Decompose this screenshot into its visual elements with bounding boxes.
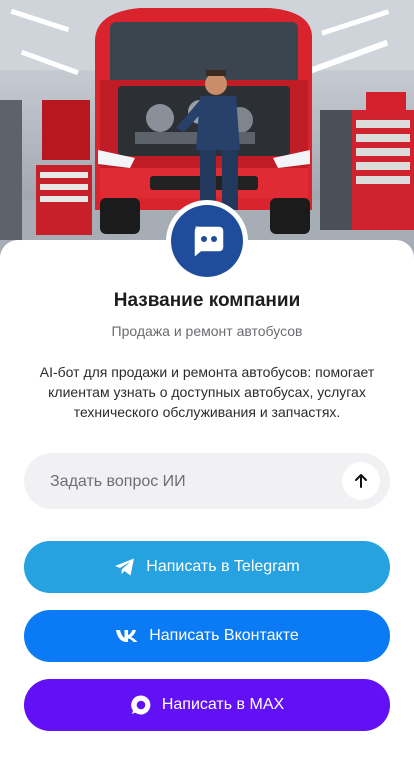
vk-icon [115, 629, 139, 643]
arrow-up-icon [355, 474, 367, 488]
company-avatar [166, 200, 248, 282]
vk-button-label: Написать Вконтакте [149, 627, 299, 644]
max-icon [130, 694, 152, 716]
telegram-button-label: Написать в Telegram [146, 558, 300, 575]
vk-button[interactable]: Написать Вконтакте [24, 610, 390, 662]
send-button[interactable] [342, 462, 380, 500]
ask-ai-field [24, 453, 390, 511]
company-description: AI-бот для продажи и ремонта автобусов: … [39, 364, 375, 420]
avatar-circle [171, 205, 243, 277]
ask-ai-input[interactable] [48, 453, 352, 511]
telegram-icon [114, 557, 136, 577]
max-button-label: Написать в MAX [161, 696, 285, 713]
max-button[interactable]: Написать в MAX [24, 679, 390, 731]
chat-bubble-icon [194, 226, 224, 257]
company-subtitle: Продажа и ремонт автобусов [111, 323, 303, 339]
company-name: Название компании [113, 290, 301, 311]
telegram-button[interactable]: Написать в Telegram [24, 541, 390, 593]
